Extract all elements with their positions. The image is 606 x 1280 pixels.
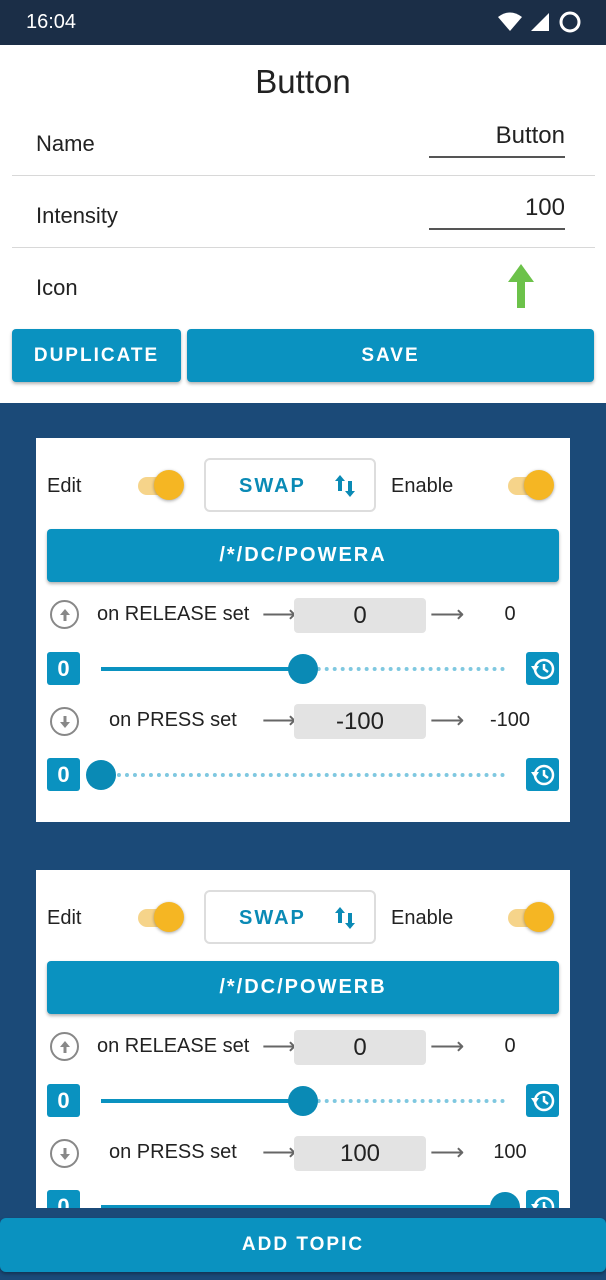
- release-result: 0: [504, 603, 516, 625]
- release-up-icon: [50, 600, 79, 629]
- press-label: on PRESS set: [109, 709, 237, 731]
- topic-card: Edit SWAP Enable /*/DC/POWERB on RELEASE…: [36, 870, 570, 1208]
- right-arrow-icon: ⟶: [262, 707, 297, 734]
- slider-thumb[interactable]: [490, 1192, 520, 1208]
- press-slider[interactable]: [86, 760, 515, 790]
- press-value-field[interactable]: -100: [294, 704, 426, 739]
- enable-label: Enable: [391, 907, 454, 929]
- right-arrow-icon: ⟶: [430, 707, 465, 734]
- name-field[interactable]: [429, 122, 565, 158]
- release-badge[interactable]: 0: [47, 1084, 80, 1117]
- history-reset-button[interactable]: [526, 1084, 559, 1117]
- swap-label: SWAP: [239, 907, 306, 929]
- release-slider[interactable]: [91, 654, 515, 684]
- topic-card: Edit SWAP Enable /*/DC/POWERA on RELEASE…: [36, 438, 570, 822]
- arrow-up-icon[interactable]: [507, 262, 535, 310]
- press-badge[interactable]: 0: [47, 758, 80, 791]
- edit-toggle[interactable]: [138, 902, 184, 932]
- release-label: on RELEASE set: [97, 1035, 250, 1057]
- enable-toggle[interactable]: [508, 470, 554, 500]
- name-row: Name: [12, 104, 595, 176]
- name-label: Name: [36, 131, 95, 156]
- press-slider[interactable]: [91, 1192, 520, 1208]
- press-result: -100: [489, 709, 531, 731]
- history-icon: [530, 764, 554, 785]
- status-icons: [498, 10, 582, 34]
- history-icon: [530, 1196, 554, 1208]
- enable-label: Enable: [391, 475, 454, 497]
- press-down-icon: [50, 707, 79, 736]
- right-arrow-icon: ⟶: [430, 1139, 465, 1166]
- status-bar: 16:04: [0, 0, 606, 45]
- topic-button[interactable]: /*/DC/POWERB: [47, 961, 559, 1014]
- history-reset-button[interactable]: [526, 1190, 559, 1208]
- history-reset-button[interactable]: [526, 652, 559, 685]
- right-arrow-icon: ⟶: [430, 1033, 465, 1060]
- enable-toggle[interactable]: [508, 902, 554, 932]
- right-arrow-icon: ⟶: [262, 1033, 297, 1060]
- swap-button[interactable]: SWAP: [204, 890, 376, 944]
- button-editor: Button Name Intensity Icon DUPLICATE SAV…: [0, 45, 606, 403]
- icon-row: Icon: [12, 248, 595, 320]
- right-arrow-icon: ⟶: [262, 1139, 297, 1166]
- intensity-field[interactable]: [429, 194, 565, 230]
- swap-button[interactable]: SWAP: [204, 458, 376, 512]
- right-arrow-icon: ⟶: [430, 601, 465, 628]
- wifi-icon: [498, 12, 522, 31]
- swap-arrows-icon: [335, 907, 355, 929]
- page-title: Button: [255, 63, 351, 100]
- release-label: on RELEASE set: [97, 603, 250, 625]
- intensity-label: Intensity: [36, 203, 118, 228]
- topic-list[interactable]: Edit SWAP Enable /*/DC/POWERA on RELEASE…: [0, 403, 606, 1208]
- slider-thumb[interactable]: [288, 1086, 318, 1116]
- status-time: 16:04: [26, 11, 77, 33]
- release-result: 0: [504, 1035, 516, 1057]
- slider-thumb[interactable]: [86, 760, 116, 790]
- press-result: 100: [493, 1141, 527, 1163]
- add-topic-button[interactable]: ADD TOPIC: [0, 1218, 606, 1272]
- release-slider[interactable]: [91, 1086, 515, 1116]
- signal-icon: [531, 13, 549, 31]
- slider-thumb[interactable]: [288, 654, 318, 684]
- intensity-row: Intensity: [12, 176, 595, 248]
- save-button[interactable]: SAVE: [187, 329, 594, 382]
- release-up-icon: [50, 1032, 79, 1061]
- icon-label: Icon: [36, 275, 78, 300]
- history-icon: [530, 658, 554, 679]
- press-value-field[interactable]: 100: [294, 1136, 426, 1171]
- edit-toggle[interactable]: [138, 470, 184, 500]
- duplicate-button[interactable]: DUPLICATE: [12, 329, 181, 382]
- press-label: on PRESS set: [109, 1141, 237, 1163]
- release-badge[interactable]: 0: [47, 652, 80, 685]
- battery-circle-icon: [559, 11, 581, 33]
- edit-label: Edit: [47, 475, 82, 497]
- press-badge[interactable]: 0: [47, 1190, 80, 1208]
- topic-button[interactable]: /*/DC/POWERA: [47, 529, 559, 582]
- edit-label: Edit: [47, 907, 82, 929]
- history-icon: [530, 1090, 554, 1111]
- swap-label: SWAP: [239, 475, 306, 497]
- release-value-field[interactable]: 0: [294, 1030, 426, 1065]
- right-arrow-icon: ⟶: [262, 601, 297, 628]
- swap-arrows-icon: [335, 475, 355, 497]
- release-value-field[interactable]: 0: [294, 598, 426, 633]
- press-down-icon: [50, 1139, 79, 1168]
- history-reset-button[interactable]: [526, 758, 559, 791]
